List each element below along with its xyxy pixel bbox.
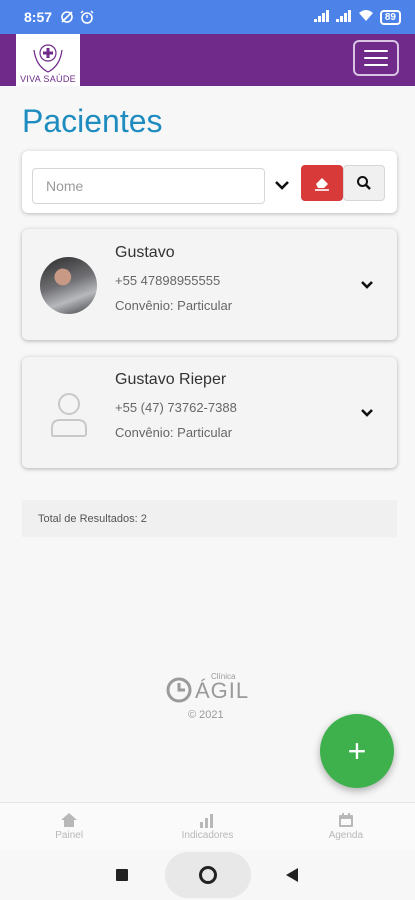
clock-icon: [166, 677, 192, 703]
results-count: Total de Resultados: 2: [22, 500, 397, 537]
page-title: Pacientes: [22, 103, 163, 139]
nav-label: Painel: [55, 830, 84, 841]
patient-name: Gustavo: [115, 244, 175, 261]
patient-plan: Convênio: Particular: [115, 425, 233, 440]
back-icon[interactable]: [286, 868, 298, 882]
patient-plan: Convênio: Particular: [115, 298, 233, 313]
patient-avatar: [40, 257, 97, 314]
search-button[interactable]: [343, 165, 385, 201]
chevron-down-icon[interactable]: [359, 277, 375, 293]
status-time: 8:57: [24, 9, 53, 25]
bottom-nav: Painel Indicadores Agenda: [0, 802, 415, 850]
brand-text: ÁGIL: [195, 678, 250, 703]
clinica-agil-logo: Clínica ÁGIL: [165, 672, 255, 706]
hamburger-line: [364, 64, 388, 66]
bar-chart-icon: [200, 814, 214, 828]
hamburger-line: [364, 57, 388, 59]
menu-button[interactable]: [353, 40, 399, 76]
status-bar: 8:57 89: [0, 0, 415, 34]
eraser-icon: [315, 178, 329, 191]
wifi-icon: [358, 9, 374, 25]
patient-name: Gustavo Rieper: [115, 371, 227, 388]
logo-text: VIVA SAÚDE: [20, 74, 76, 84]
name-search-input[interactable]: [32, 168, 265, 204]
home-icon: [61, 813, 78, 827]
sync-off-icon: [60, 10, 74, 24]
hamburger-line: [364, 50, 388, 52]
clear-filter-button[interactable]: [301, 165, 343, 201]
signal-icon: [313, 9, 330, 25]
nav-label: Indicadores: [181, 830, 234, 841]
recents-icon[interactable]: [116, 869, 128, 881]
copyright: © 2021: [188, 709, 224, 721]
add-patient-button[interactable]: +: [320, 714, 394, 788]
signal-icon-2: [335, 9, 352, 25]
system-nav-bar: [0, 850, 415, 900]
search-icon: [357, 176, 371, 190]
nav-label: Agenda: [328, 830, 364, 841]
user-placeholder-icon: [40, 385, 97, 442]
hands-cross-icon: [33, 44, 63, 73]
clinic-logo[interactable]: VIVA SAÚDE: [16, 34, 80, 86]
patient-phone: +55 47898955555: [115, 273, 221, 288]
battery-icon: 89: [379, 9, 401, 25]
chevron-down-icon[interactable]: [359, 405, 375, 421]
home-circle-icon: [199, 866, 217, 884]
alarm-icon: [80, 10, 94, 24]
chevron-down-icon[interactable]: [274, 177, 290, 193]
patient-card[interactable]: Gustavo +55 47898955555 Convênio: Partic…: [22, 229, 397, 340]
nav-indicadores[interactable]: Indicadores: [138, 803, 276, 850]
nav-agenda[interactable]: Agenda: [277, 803, 415, 850]
home-button[interactable]: [165, 852, 251, 898]
patient-phone: +55 (47) 73762-7388: [115, 400, 237, 415]
search-card: [22, 151, 397, 213]
calendar-icon: [338, 813, 353, 827]
nav-painel[interactable]: Painel: [0, 803, 138, 850]
patient-card[interactable]: Gustavo Rieper +55 (47) 73762-7388 Convê…: [22, 357, 397, 468]
